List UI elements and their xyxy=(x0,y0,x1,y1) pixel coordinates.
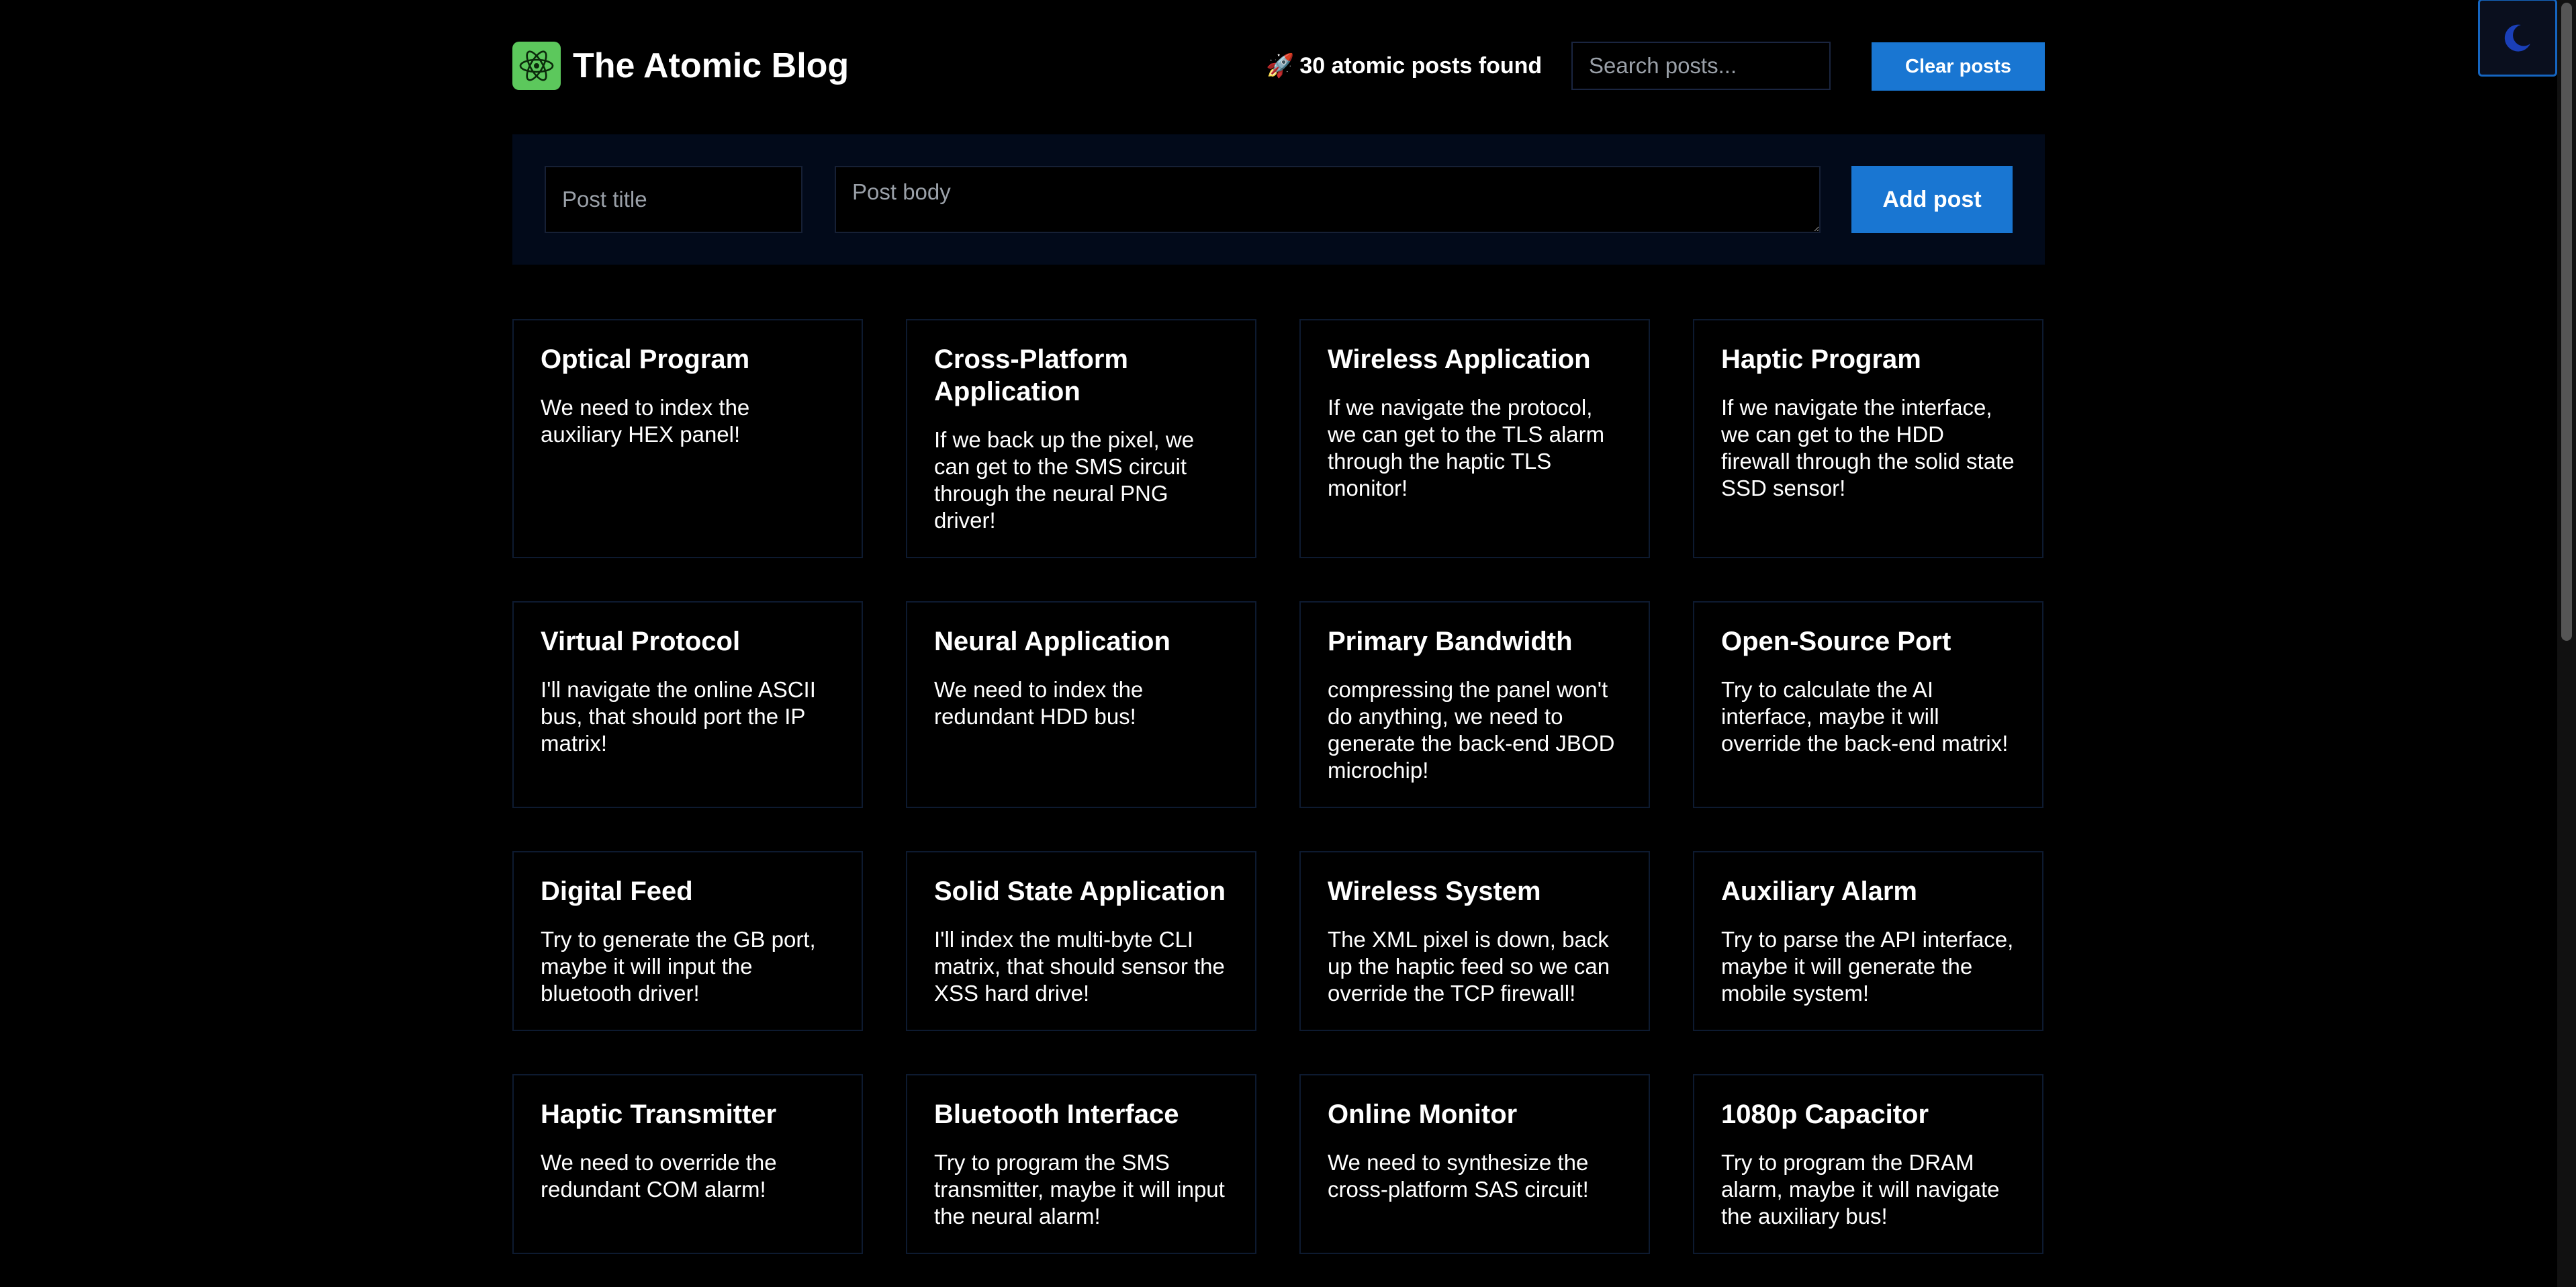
rocket-icon: 🚀 xyxy=(1266,53,1295,79)
post-card: Wireless System The XML pixel is down, ba… xyxy=(1299,851,1650,1031)
post-body: Try to program the SMS transmitter, mayb… xyxy=(934,1150,1225,1229)
post-title: 1080p Capacitor xyxy=(1721,1100,1929,1129)
post-body: I'll index the multi-byte CLI matrix, th… xyxy=(934,927,1225,1006)
post-card: Neural Application We need to index the r… xyxy=(906,601,1256,808)
post-card: Virtual Protocol I'll navigate the online… xyxy=(512,601,863,808)
post-body-input[interactable] xyxy=(835,166,1821,233)
clear-posts-button[interactable]: Clear posts xyxy=(1872,42,2045,91)
dark-mode-toggle[interactable] xyxy=(2478,0,2557,77)
post-title-input[interactable] xyxy=(545,166,802,233)
post-card: Haptic Program If we navigate the interfa… xyxy=(1693,319,2043,558)
search-input[interactable] xyxy=(1571,42,1831,90)
add-post-form: Add post xyxy=(512,134,2045,265)
post-body: The XML pixel is down, back up the hapti… xyxy=(1328,927,1610,1006)
post-title: Open-Source Port xyxy=(1721,627,1951,656)
scrollbar-thumb[interactable] xyxy=(2561,3,2572,641)
post-title: Primary Bandwidth xyxy=(1328,627,1573,656)
post-card: Digital Feed Try to generate the GB port,… xyxy=(512,851,863,1031)
post-body: compressing the panel won't do anything,… xyxy=(1328,677,1615,783)
header: The Atomic Blog 🚀30 atomic posts found C… xyxy=(512,40,2045,91)
scrollbar[interactable] xyxy=(2557,0,2576,1287)
post-body: Try to calculate the AI interface, maybe… xyxy=(1721,677,2009,756)
post-title: Auxiliary Alarm xyxy=(1721,877,1917,906)
page: The Atomic Blog 🚀30 atomic posts found C… xyxy=(0,0,2576,1287)
moon-icon xyxy=(2504,24,2530,52)
post-card: 1080p Capacitor Try to program the DRAM a… xyxy=(1693,1074,2043,1254)
post-body: We need to index the redundant HDD bus! xyxy=(934,677,1144,729)
post-body: Try to generate the GB port, maybe it wi… xyxy=(541,927,816,1006)
post-card: Online Monitor We need to synthesize the … xyxy=(1299,1074,1650,1254)
post-card: Solid State Application I'll index the mu… xyxy=(906,851,1256,1031)
post-card: Auxiliary Alarm Try to parse the API inte… xyxy=(1693,851,2043,1031)
post-count: 🚀 30 atomic posts found xyxy=(1266,51,1542,81)
post-title: Haptic Transmitter xyxy=(541,1100,777,1129)
post-card: Bluetooth Interface Try to program the SM… xyxy=(906,1074,1256,1254)
post-card: Open-Source Port Try to calculate the AI … xyxy=(1693,601,2043,808)
add-post-button[interactable]: Add post xyxy=(1851,166,2013,233)
post-card: Cross-Platform Application If we back up … xyxy=(906,319,1256,558)
post-card: Wireless Application If we navigate the p… xyxy=(1299,319,1650,558)
post-body: If we navigate the protocol, we can get … xyxy=(1328,395,1605,500)
atom-icon xyxy=(519,50,554,81)
blog-title: The Atomic Blog xyxy=(573,46,849,85)
post-title: Digital Feed xyxy=(541,877,693,906)
post-title: Online Monitor xyxy=(1328,1100,1518,1129)
post-body: We need to override the redundant COM al… xyxy=(541,1150,777,1202)
post-card: Primary Bandwidth compressing the panel w… xyxy=(1299,601,1650,808)
post-count-text: 30 atomic posts found xyxy=(1299,53,1543,79)
post-title: Neural Application xyxy=(934,627,1170,656)
post-title: Virtual Protocol xyxy=(541,627,741,656)
post-title: Wireless System xyxy=(1328,877,1541,906)
post-body: If we back up the pixel, we can get to t… xyxy=(934,427,1195,533)
posts-grid: Optical Program We need to index the auxi… xyxy=(512,319,2045,1254)
post-title: Solid State Application xyxy=(934,877,1226,906)
post-body: We need to synthesize the cross-platform… xyxy=(1328,1150,1589,1202)
post-title: Haptic Program xyxy=(1721,345,1921,374)
post-title: Optical Program xyxy=(541,345,750,374)
post-body: If we navigate the interface, we can get… xyxy=(1721,395,2015,500)
post-body: We need to index the auxiliary HEX panel… xyxy=(541,395,750,447)
post-title: Wireless Application xyxy=(1328,345,1591,374)
post-body: I'll navigate the online ASCII bus, that… xyxy=(541,677,816,756)
post-card: Haptic Transmitter We need to override th… xyxy=(512,1074,863,1254)
atom-logo-icon xyxy=(512,42,561,90)
post-title: Bluetooth Interface xyxy=(934,1100,1179,1129)
post-title: Cross-Platform Application xyxy=(934,345,1128,406)
post-card: Optical Program We need to index the auxi… xyxy=(512,319,863,558)
post-body: Try to parse the API interface, maybe it… xyxy=(1721,927,2014,1006)
post-body: Try to program the DRAM alarm, maybe it … xyxy=(1721,1150,2000,1229)
